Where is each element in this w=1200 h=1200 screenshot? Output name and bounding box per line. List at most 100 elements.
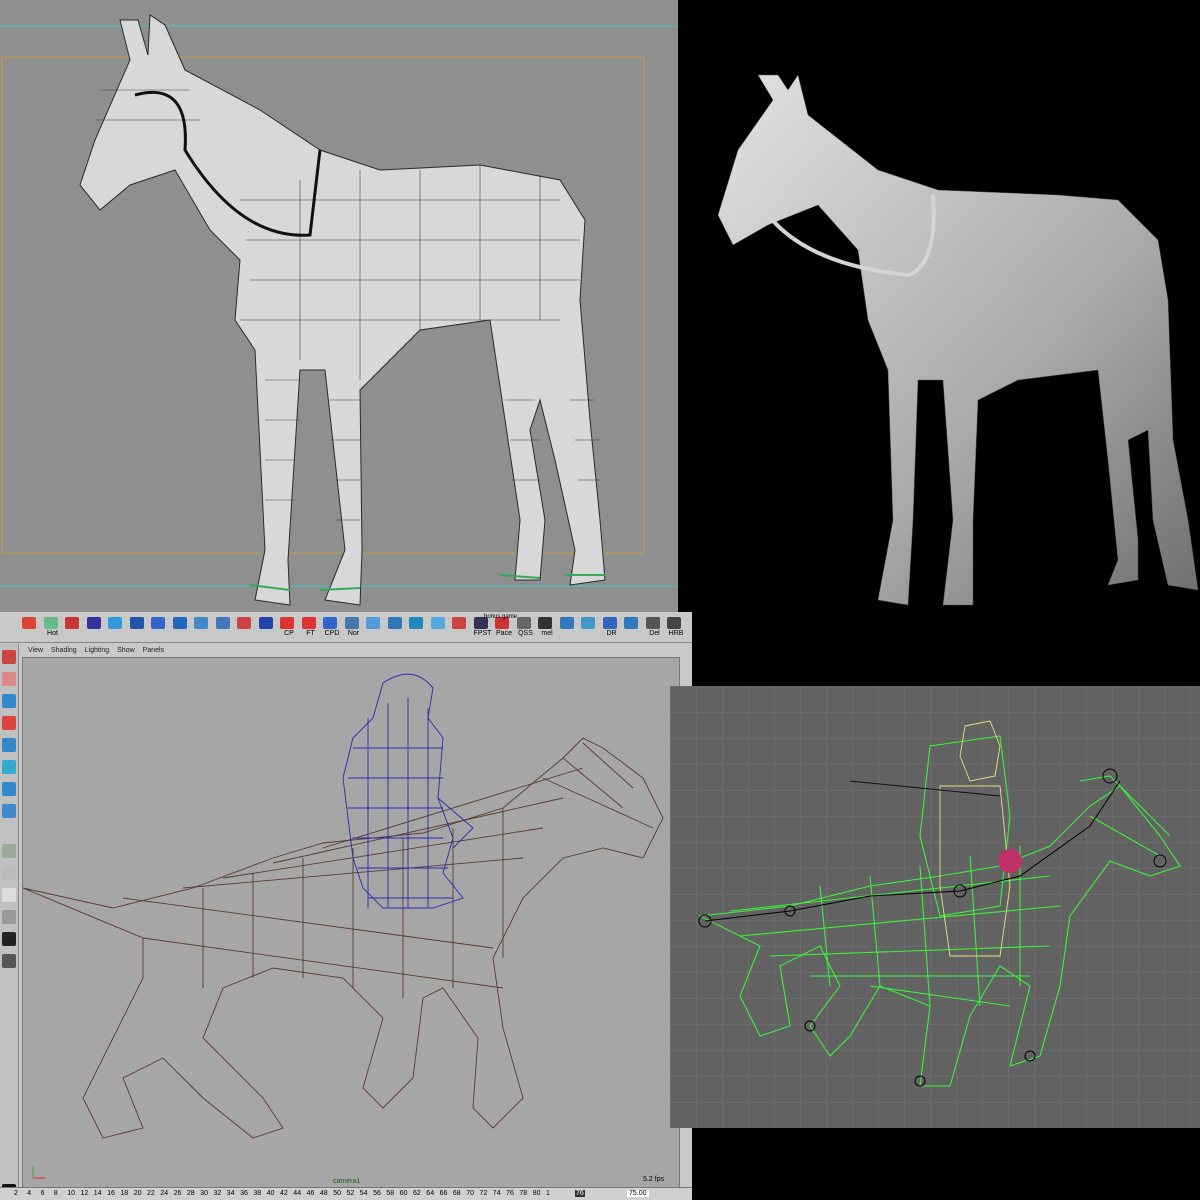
timeline-tick: 74 bbox=[492, 1190, 501, 1197]
shelf-button-27[interactable]: DR bbox=[601, 616, 621, 637]
timeline-tick: 78 bbox=[519, 1190, 528, 1197]
shelf-button-1[interactable]: Hot bbox=[42, 616, 62, 637]
time-slider[interactable]: 2 4 6 8 10 12 14 16 18 20 22 24 26 28 30 32 34 36 38 40 42 44… bbox=[0, 1187, 692, 1200]
shelf-button-4[interactable] bbox=[106, 616, 126, 636]
timeline-tick: 52 bbox=[346, 1190, 355, 1197]
shelf-button-16[interactable] bbox=[364, 616, 384, 636]
manipulator-tool-icon[interactable] bbox=[2, 760, 16, 774]
timeline-tick: 1 bbox=[546, 1190, 550, 1197]
timeline-tick: 4 bbox=[27, 1190, 32, 1197]
shelf-button-9[interactable] bbox=[214, 616, 234, 636]
rig-drawing bbox=[670, 686, 1200, 1128]
shelf-icon-9 bbox=[215, 617, 230, 629]
shelf-button-24[interactable]: mel bbox=[536, 616, 556, 637]
layout-single-icon[interactable] bbox=[2, 844, 16, 858]
timeline-tick: 44 bbox=[293, 1190, 302, 1197]
timeline-tick: 62 bbox=[413, 1190, 421, 1197]
timeline-tick: 18 bbox=[120, 1190, 129, 1197]
layout-persp-icon[interactable] bbox=[2, 910, 16, 924]
shelf-button-0[interactable] bbox=[20, 616, 40, 636]
timeline-tick: 40 bbox=[266, 1190, 275, 1197]
shelf-button-18[interactable] bbox=[407, 616, 427, 636]
horse-wireframe bbox=[23, 737, 664, 1139]
show-manipulator-icon[interactable] bbox=[2, 804, 16, 818]
shelf-button-23[interactable]: QSS bbox=[515, 616, 535, 637]
shelf-button-6[interactable] bbox=[149, 616, 169, 636]
camera-label: camera1 bbox=[333, 1178, 361, 1185]
shelf-icon-20 bbox=[452, 617, 466, 629]
shelf-icon-11 bbox=[258, 617, 273, 629]
shelf-icon-12 bbox=[280, 617, 294, 629]
soft-mod-tool-icon[interactable] bbox=[2, 782, 16, 796]
scale-tool-icon[interactable] bbox=[2, 738, 16, 752]
shelf-button-3[interactable] bbox=[85, 616, 105, 636]
timeline-tick: 28 bbox=[186, 1190, 195, 1197]
shelf-label-1: Hot bbox=[47, 630, 58, 637]
shelf-button-17[interactable] bbox=[386, 616, 406, 636]
rotate-tool-icon[interactable] bbox=[2, 716, 16, 730]
move-tool-icon[interactable] bbox=[2, 694, 16, 708]
rider-horse-wireframe bbox=[23, 673, 664, 1179]
shelf-button-14[interactable]: CPD bbox=[321, 616, 341, 637]
current-frame-field[interactable]: 75.00 bbox=[627, 1190, 649, 1197]
shelf-icon-15 bbox=[344, 617, 359, 629]
timeline-tick: 30 bbox=[200, 1190, 208, 1197]
timeline-tick: 14 bbox=[93, 1190, 102, 1197]
timeline-tick: 46 bbox=[306, 1190, 315, 1197]
shelf-button-11[interactable] bbox=[257, 616, 277, 636]
timeline-tick: 42 bbox=[280, 1190, 288, 1197]
fps-readout: 5.2 fps bbox=[643, 1176, 665, 1183]
shelf-button-13[interactable]: FT bbox=[300, 616, 320, 637]
shelf-button-19[interactable] bbox=[429, 616, 449, 636]
shelf-label-22: Pace bbox=[496, 630, 512, 637]
menu-show[interactable]: Show bbox=[117, 644, 135, 657]
timeline-tick: 64 bbox=[426, 1190, 435, 1197]
shelf-button-2[interactable] bbox=[63, 616, 83, 636]
shelf-button-10[interactable] bbox=[235, 616, 255, 636]
shelf-button-7[interactable] bbox=[171, 616, 191, 636]
toolbox bbox=[0, 644, 19, 1200]
select-tool-icon[interactable] bbox=[2, 650, 16, 664]
timeline-tick: 80 bbox=[532, 1190, 541, 1197]
perspective-viewport[interactable]: camera1 5.2 fps bbox=[22, 657, 680, 1189]
shelf-button-28[interactable] bbox=[622, 616, 642, 636]
menu-lighting[interactable]: Lighting bbox=[85, 644, 110, 657]
timeline-tick: 58 bbox=[386, 1190, 395, 1197]
timeline-tick: 38 bbox=[253, 1190, 262, 1197]
shelf-label-21: FPST bbox=[473, 630, 492, 637]
menu-shading[interactable]: Shading bbox=[51, 644, 77, 657]
rider-wireframe bbox=[342, 673, 474, 909]
shelf-button-5[interactable] bbox=[128, 616, 148, 636]
layout-side-icon[interactable] bbox=[2, 888, 16, 902]
menu-panels[interactable]: Panels bbox=[143, 644, 164, 657]
timeline-tick: 22 bbox=[147, 1190, 155, 1197]
shelf-button-20[interactable] bbox=[450, 616, 470, 636]
current-frame-marker[interactable]: 76 bbox=[575, 1190, 585, 1197]
timeline-tick: 12 bbox=[80, 1190, 89, 1197]
layout-four-icon[interactable] bbox=[2, 866, 16, 880]
lasso-tool-icon[interactable] bbox=[2, 672, 16, 686]
shelf-label-23: QSS bbox=[518, 630, 533, 637]
timeline-tick: 68 bbox=[452, 1190, 461, 1197]
shelf-icon-4 bbox=[108, 617, 122, 629]
shelf-button-8[interactable] bbox=[192, 616, 212, 636]
timeline-tick: 32 bbox=[213, 1190, 222, 1197]
timeline-tick: 50 bbox=[333, 1190, 341, 1197]
timeline-tick: 8 bbox=[53, 1190, 58, 1197]
menu-view[interactable]: View bbox=[28, 644, 43, 657]
shelf-button-25[interactable] bbox=[558, 616, 578, 636]
shelf-button-29[interactable]: Del bbox=[644, 616, 664, 637]
layout-graph-icon[interactable] bbox=[2, 954, 16, 968]
shelf-label-12: CP bbox=[284, 630, 294, 637]
shelf-button-15[interactable]: Nor bbox=[343, 616, 363, 637]
timeline-tick: 36 bbox=[240, 1190, 248, 1197]
timeline-tick: 56 bbox=[373, 1190, 381, 1197]
shelf-button-30[interactable]: HRB bbox=[665, 616, 685, 637]
shelf-label-15: Nor bbox=[347, 630, 360, 637]
smooth-horse-drawing bbox=[717, 74, 1199, 606]
shelf-label-14: CPD bbox=[324, 630, 340, 637]
shelf-button-26[interactable] bbox=[579, 616, 599, 636]
layout-outliner-icon[interactable] bbox=[2, 932, 16, 946]
shelf-button-12[interactable]: CP bbox=[278, 616, 298, 637]
shelf-icon-18 bbox=[409, 617, 423, 629]
